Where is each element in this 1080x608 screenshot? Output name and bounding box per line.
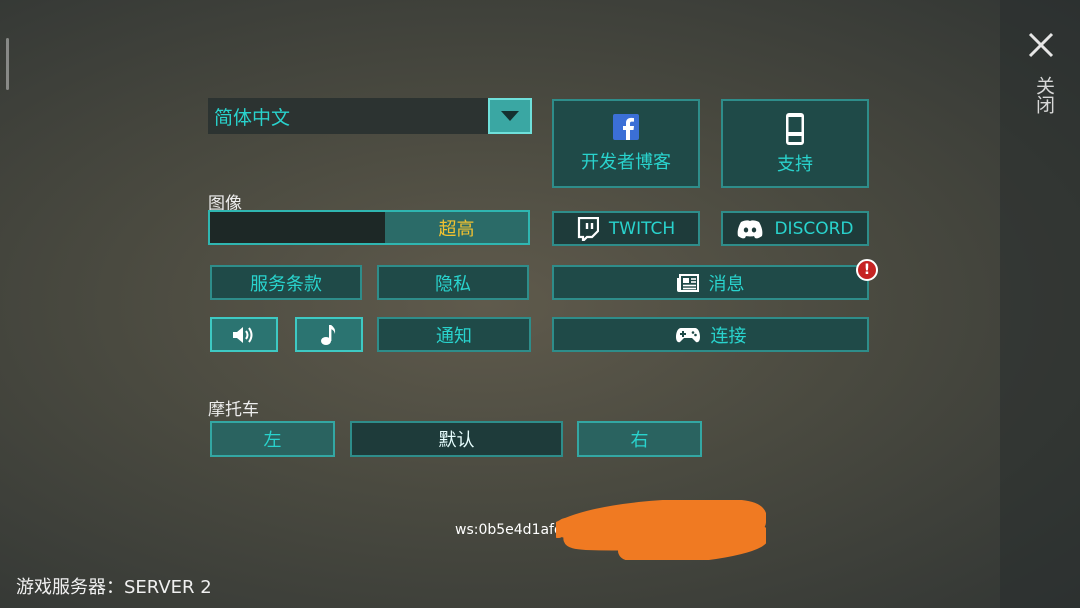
support-button[interactable]: 支持 [721, 99, 869, 188]
support-label: 支持 [777, 153, 813, 175]
music-toggle[interactable] [295, 317, 363, 352]
speaker-icon [233, 326, 253, 343]
motorcycle-default-button[interactable]: 默认 [350, 421, 563, 457]
graphics-quality-value: 超高 [438, 218, 475, 240]
websocket-address: ws:0b5e4d1afd [455, 522, 563, 538]
redaction-scribble [556, 500, 766, 560]
twitch-icon [577, 216, 599, 241]
facebook-icon [613, 113, 639, 140]
twitch-label: TWITCH [608, 218, 676, 239]
language-dropdown-button[interactable] [488, 98, 532, 134]
language-select-value: 简体中文 [214, 106, 291, 129]
drawer-handle[interactable] [6, 38, 9, 90]
gamepad-icon [675, 326, 701, 344]
motorcycle-default-label: 默认 [438, 430, 475, 451]
developer-blog-label: 开发者博客 [581, 151, 671, 173]
newspaper-icon [676, 273, 699, 292]
sound-toggle[interactable] [210, 317, 278, 352]
connect-label: 连接 [710, 325, 747, 347]
connect-button[interactable]: 连接 [552, 317, 869, 352]
terms-button[interactable]: 服务条款 [210, 265, 362, 300]
close-label[interactable]: 关闭 [1026, 76, 1056, 114]
graphics-quality-slider[interactable]: 超高 [208, 210, 530, 245]
notifications-label: 通知 [436, 325, 472, 347]
language-select[interactable]: 简体中文 [208, 98, 488, 134]
alert-icon: ! [856, 259, 878, 281]
discord-icon [736, 219, 764, 239]
motorcycle-left-label: 左 [263, 430, 282, 451]
news-button[interactable]: 消息 [552, 265, 869, 300]
discord-button[interactable]: DISCORD [721, 211, 869, 246]
chevron-down-icon [501, 111, 519, 121]
motorcycle-right-label: 右 [630, 430, 649, 451]
music-note-icon [321, 324, 336, 345]
discord-label: DISCORD [774, 218, 854, 239]
privacy-button[interactable]: 隐私 [377, 265, 529, 300]
close-icon[interactable] [1024, 28, 1058, 62]
phone-icon [786, 112, 804, 145]
motorcycle-left-button[interactable]: 左 [210, 421, 335, 457]
motorcycle-label: 摩托车 [208, 400, 259, 420]
developer-blog-button[interactable]: 开发者博客 [552, 99, 700, 188]
motorcycle-right-button[interactable]: 右 [577, 421, 702, 457]
news-label: 消息 [708, 273, 745, 295]
twitch-button[interactable]: TWITCH [552, 211, 700, 246]
terms-label: 服务条款 [250, 273, 322, 295]
notifications-button[interactable]: 通知 [377, 317, 531, 352]
game-server-label: 游戏服务器：SERVER 2 [16, 577, 212, 598]
privacy-label: 隐私 [435, 273, 471, 295]
